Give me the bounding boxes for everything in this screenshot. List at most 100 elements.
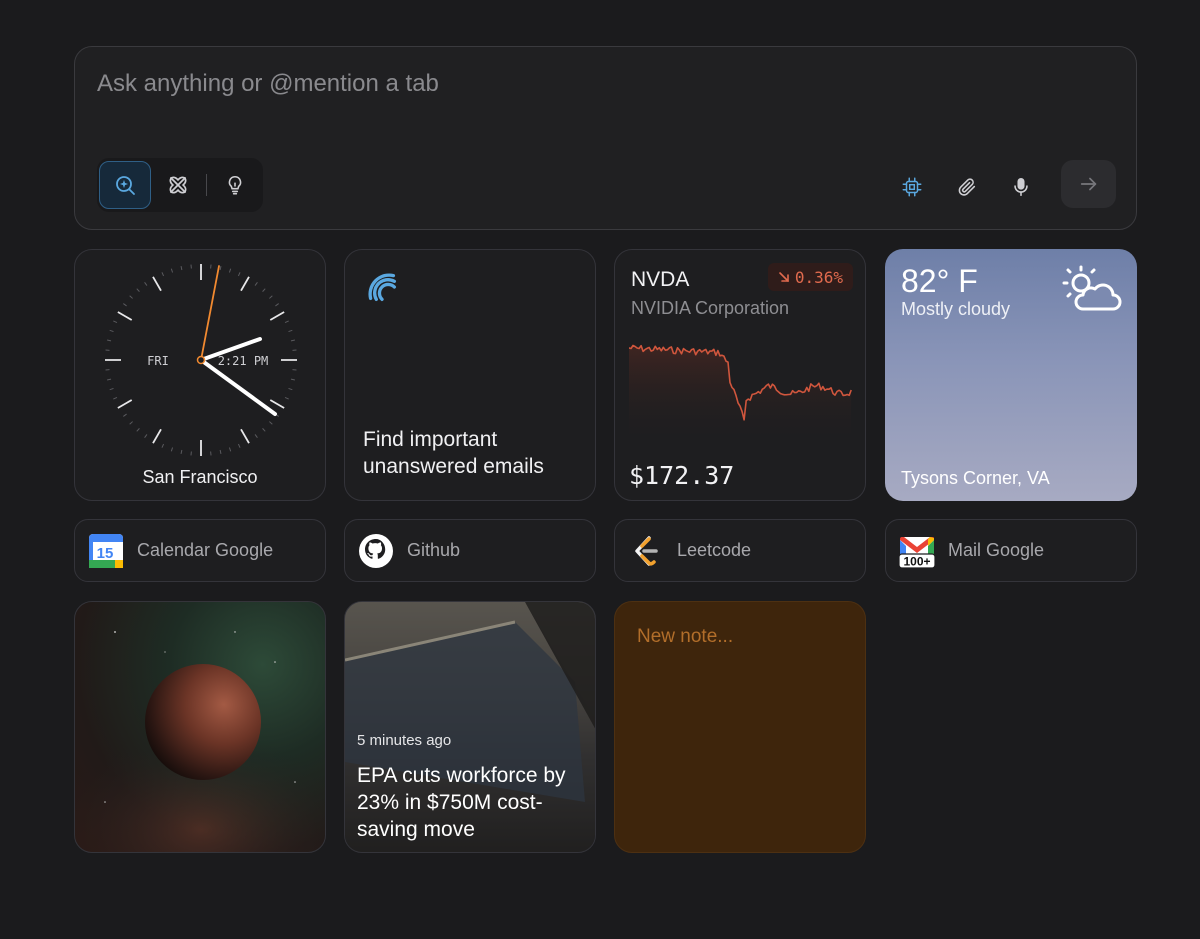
model-chip-button[interactable] bbox=[899, 174, 925, 200]
clock-minute-tick bbox=[129, 295, 133, 299]
clock-hour-tick bbox=[240, 428, 250, 444]
send-button[interactable] bbox=[1061, 160, 1116, 208]
attach-button[interactable] bbox=[954, 174, 980, 200]
clock-hour-tick bbox=[117, 399, 133, 409]
partly-cloudy-icon bbox=[1062, 265, 1122, 311]
shortcut-label: Mail Google bbox=[948, 540, 1045, 560]
clock-hour-tick bbox=[240, 276, 250, 292]
note-widget bbox=[614, 601, 866, 853]
clock-minute-tick bbox=[113, 396, 118, 400]
clock-minute-tick bbox=[290, 378, 296, 381]
news-headline: EPA cuts workforce by 23% in $750M cost-… bbox=[357, 764, 566, 841]
mode-divider bbox=[205, 174, 207, 196]
shortcut-label: Leetcode bbox=[677, 540, 752, 560]
stock-widget[interactable]: NVDA NVIDIA Corporation 0.36% $172.37 bbox=[614, 249, 866, 501]
leetcode-icon bbox=[627, 532, 665, 570]
clock-minute-tick bbox=[254, 434, 258, 438]
news-time: 5 minutes ago bbox=[357, 732, 452, 749]
clock-minute-tick bbox=[284, 320, 289, 324]
weather-widget[interactable]: 82° F Mostly cloudy Tysons Corner, VA bbox=[885, 249, 1137, 501]
clock-widget[interactable]: FRI 2:21 PM San Francisco bbox=[74, 249, 326, 501]
stock-sparkline bbox=[629, 344, 852, 448]
clock-minute-tick bbox=[161, 443, 165, 448]
clock-digital-time: 2:21 PM bbox=[218, 354, 269, 368]
weather-location: Tysons Corner, VA bbox=[901, 468, 1050, 488]
clock-minute-tick bbox=[170, 268, 174, 273]
mode-selector bbox=[97, 158, 263, 212]
clock-minute-tick bbox=[237, 272, 241, 277]
wave-logo-icon bbox=[368, 273, 397, 302]
agent-icon bbox=[169, 176, 187, 194]
clock-minute-tick bbox=[144, 434, 148, 438]
ask-input[interactable] bbox=[97, 69, 997, 99]
clock-minute-tick bbox=[129, 421, 133, 425]
clock-city: San Francisco bbox=[142, 467, 258, 487]
weather-condition: Mostly cloudy bbox=[901, 299, 1011, 319]
clock-hour-tick bbox=[269, 399, 285, 409]
clock-minute-tick bbox=[106, 339, 112, 342]
clock-center bbox=[196, 355, 206, 365]
note-input[interactable] bbox=[637, 626, 847, 836]
clock-minute-tick bbox=[113, 320, 118, 324]
shortcut-mail-google[interactable]: 100+ Mail Google bbox=[885, 519, 1137, 582]
paperclip-icon bbox=[958, 178, 976, 196]
clock-minute-tick bbox=[123, 303, 127, 307]
clock-minute-tick bbox=[161, 272, 165, 277]
search-sparkle-icon bbox=[116, 176, 136, 195]
shortcut-leetcode[interactable]: Leetcode bbox=[614, 519, 866, 582]
clock-minute-tick bbox=[262, 288, 266, 292]
clock-minute-tick bbox=[219, 265, 222, 271]
shortcut-calendar-google[interactable]: 15 Calendar Google bbox=[74, 519, 326, 582]
clock-minute-tick bbox=[284, 396, 289, 400]
clock-minute-tick bbox=[106, 378, 112, 381]
ask-prompt-box bbox=[74, 46, 1137, 230]
mode-search-button[interactable] bbox=[99, 161, 152, 209]
clock-hour-tick bbox=[269, 311, 285, 321]
stock-ticker: NVDA bbox=[631, 268, 690, 291]
clock-minute-tick bbox=[180, 449, 183, 455]
analog-clock: FRI 2:21 PM bbox=[105, 264, 297, 456]
mode-ideas-button[interactable] bbox=[209, 161, 261, 209]
stock-company-name: NVIDIA Corporation bbox=[631, 298, 790, 318]
clock-minute-tick bbox=[269, 421, 273, 425]
clock-minute-tick bbox=[237, 443, 241, 448]
clock-minute-tick bbox=[262, 428, 266, 432]
voice-button[interactable] bbox=[1008, 174, 1034, 200]
clock-hour-tick bbox=[152, 276, 162, 292]
clock-minute-tick bbox=[136, 288, 140, 292]
news-widget[interactable]: 5 minutes ago EPA cuts workforce by 23% … bbox=[344, 601, 596, 853]
clock-minute-tick bbox=[144, 282, 148, 286]
mode-agent-button[interactable] bbox=[151, 161, 203, 209]
clock-minute-tick bbox=[275, 303, 279, 307]
clock-minute-tick bbox=[288, 329, 293, 333]
clock-minute-tick bbox=[136, 428, 140, 432]
arrow-right-icon bbox=[1080, 177, 1096, 191]
clock-minute-tick bbox=[180, 265, 183, 271]
clock-minute-tick bbox=[219, 449, 222, 455]
clock-minute-tick bbox=[288, 387, 293, 391]
stock-change-value: 0.36% bbox=[794, 267, 843, 287]
clock-minute-tick bbox=[228, 447, 232, 452]
clock-minute-tick bbox=[228, 268, 232, 273]
mail-unread-badge: 100+ bbox=[903, 554, 930, 568]
email-assistant-widget[interactable]: Find important unanswered emails bbox=[344, 249, 596, 501]
clock-hour-tick bbox=[152, 428, 162, 444]
shortcut-github[interactable]: Github bbox=[344, 519, 596, 582]
space-image-widget[interactable] bbox=[74, 601, 326, 853]
clock-minute-tick bbox=[290, 339, 296, 342]
calendar-badge: 15 bbox=[97, 545, 114, 562]
clock-minute-tick bbox=[109, 387, 114, 391]
lightbulb-icon bbox=[228, 175, 242, 195]
clock-second-hand bbox=[200, 265, 220, 361]
shortcut-label: Calendar Google bbox=[137, 540, 274, 560]
microphone-icon bbox=[1014, 177, 1028, 197]
gmail-icon: 100+ bbox=[898, 532, 936, 570]
github-icon bbox=[357, 532, 395, 570]
stock-change-badge: 0.36% bbox=[767, 263, 853, 291]
clock-minute-tick bbox=[170, 447, 174, 452]
clock-hour-tick bbox=[117, 311, 133, 321]
email-assistant-prompt: Find important unanswered emails bbox=[363, 428, 544, 478]
clock-minute-tick bbox=[123, 413, 127, 417]
clock-minute-tick bbox=[269, 295, 273, 299]
shortcut-label: Github bbox=[407, 540, 461, 560]
